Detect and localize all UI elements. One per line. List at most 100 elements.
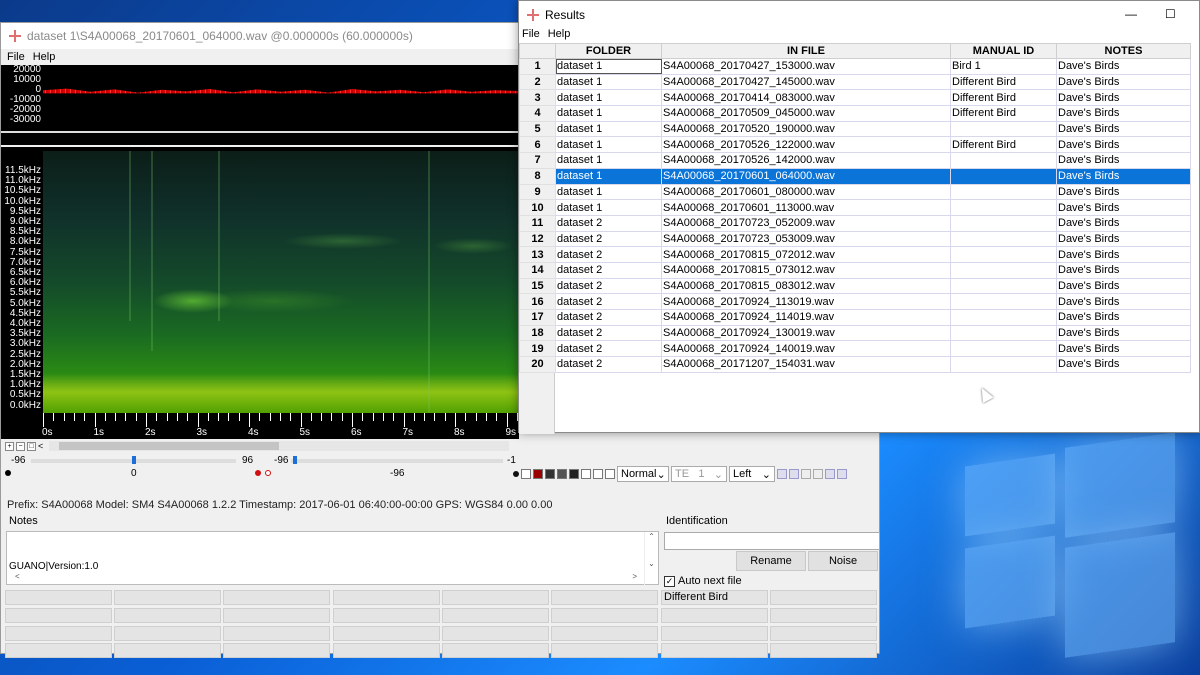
cell-manual-id[interactable] [950,152,1057,169]
cell-notes[interactable]: Dave's Birds [1056,277,1191,295]
spectrogram-panel[interactable]: 11.5kHz 11.0kHz 10.5kHz 10.0kHz 9.5kHz 9.0kHz… [1,147,519,439]
cell-in-file[interactable]: S4A00068_20170723_052009.wav [661,214,951,232]
table-row[interactable]: 20 dataset 2 S4A00068_20171207_154031.wav D… [519,356,1191,373]
table-row[interactable]: 8 dataset 1 S4A00068_20170601_064000.wav Da… [519,167,1191,185]
cell-manual-id[interactable] [950,277,1057,295]
table-row[interactable]: 4 dataset 1 S4A00068_20170509_045000.wav Di… [519,105,1191,122]
table-row[interactable]: 17 dataset 2 S4A00068_20170924_114019.wav D… [519,309,1191,326]
species-button[interactable] [551,608,658,623]
species-button[interactable] [442,626,549,641]
cell-in-file[interactable]: S4A00068_20170815_073012.wav [661,261,951,279]
species-button[interactable] [661,643,768,658]
cell-manual-id[interactable] [950,120,1057,138]
species-button[interactable] [551,643,658,658]
zoom-reset-button[interactable]: □ [27,441,36,451]
notes-vertical-scrollbar[interactable]: ⌃ ⌄ [644,532,658,586]
cell-in-file[interactable]: S4A00068_20170509_045000.wav [661,105,951,122]
cell-in-file[interactable]: S4A00068_20170924_130019.wav [661,324,951,342]
table-row[interactable]: 19 dataset 2 S4A00068_20170924_140019.wav D… [519,340,1191,358]
zoom-in-button[interactable]: + [5,441,14,451]
zoom-out-button[interactable]: − [16,441,25,451]
cell-manual-id[interactable] [950,309,1057,326]
cell-notes[interactable]: Dave's Birds [1056,309,1191,326]
species-button[interactable] [661,626,768,641]
table-row[interactable]: 15 dataset 2 S4A00068_20170815_083012.wav D… [519,277,1191,295]
filter-icon[interactable] [777,469,787,479]
cell-in-file[interactable]: S4A00068_20170601_064000.wav [661,167,951,185]
table-row[interactable]: 12 dataset 2 S4A00068_20170723_053009.wav D… [519,230,1191,248]
menu-help[interactable]: Help [33,51,56,63]
cell-in-file[interactable]: S4A00068_20170414_083000.wav [661,89,951,107]
time-scrollbar[interactable] [49,441,510,451]
cell-folder[interactable]: dataset 2 [555,293,662,310]
cell-manual-id[interactable]: Bird 1 [950,58,1057,75]
cell-folder[interactable]: dataset 2 [555,356,662,373]
cell-manual-id[interactable] [950,167,1057,185]
contrast-slider[interactable] [291,459,503,463]
species-button[interactable] [114,626,221,641]
cell-folder[interactable]: dataset 1 [555,152,662,169]
cell-notes[interactable]: Dave's Birds [1056,89,1191,107]
cell-folder[interactable]: dataset 2 [555,340,662,358]
row-number[interactable]: 10 [519,199,556,216]
black-box-icon[interactable] [569,469,579,479]
record-dot-icon[interactable] [255,470,261,476]
species-button[interactable] [770,608,877,623]
species-button[interactable] [770,626,877,641]
row-number[interactable]: 9 [519,183,556,201]
cell-manual-id[interactable] [950,183,1057,201]
cell-manual-id[interactable]: Different Bird [950,89,1057,107]
chevron-left-icon[interactable]: < [15,572,20,584]
chevron-down-icon[interactable]: ⌄ [645,559,658,568]
cell-folder[interactable]: dataset 2 [555,261,662,279]
chevron-up-icon[interactable]: ⌃ [645,532,658,541]
species-button[interactable] [333,643,440,658]
row-number[interactable]: 5 [519,120,556,138]
species-button[interactable] [223,608,330,623]
cell-notes[interactable]: Dave's Birds [1056,105,1191,122]
table-row[interactable]: 13 dataset 2 S4A00068_20170815_072012.wav D… [519,246,1191,263]
row-number[interactable]: 3 [519,89,556,107]
cell-manual-id[interactable] [950,356,1057,373]
rename-button[interactable]: Rename [736,551,806,571]
species-button[interactable] [333,626,440,641]
cell-in-file[interactable]: S4A00068_20170924_140019.wav [661,340,951,358]
brightness-slider-knob[interactable] [132,456,136,464]
cell-in-file[interactable]: S4A00068_20170924_114019.wav [661,309,951,326]
cell-in-file[interactable]: S4A00068_20170526_142000.wav [661,152,951,169]
row-number[interactable]: 6 [519,136,556,154]
row-number[interactable]: 1 [519,58,556,75]
table-row[interactable]: 9 dataset 1 S4A00068_20170601_080000.wav Da… [519,183,1191,201]
species-button[interactable] [114,608,221,623]
species-button[interactable] [551,590,658,605]
filter-icon-6[interactable] [837,469,847,479]
maximize-icon[interactable]: ☐ [1165,7,1176,21]
te-select[interactable]: TE 1 ⌄ [671,466,727,482]
record-target-icon[interactable] [265,470,271,476]
species-button[interactable] [333,608,440,623]
species-button[interactable] [770,590,877,605]
cell-folder[interactable]: dataset 2 [555,214,662,232]
cell-in-file[interactable]: S4A00068_20170924_113019.wav [661,293,951,310]
cell-folder[interactable]: dataset 1 [555,73,662,91]
filter-icon-4[interactable] [813,469,823,479]
row-number[interactable]: 19 [519,340,556,358]
cell-notes[interactable]: Dave's Birds [1056,214,1191,232]
cell-folder[interactable]: dataset 1 [555,183,662,201]
row-number[interactable]: 16 [519,293,556,310]
row-number[interactable]: 18 [519,324,556,342]
red-box-icon[interactable] [533,469,543,479]
cell-folder[interactable]: dataset 2 [555,246,662,263]
table-row[interactable]: 10 dataset 1 S4A00068_20170601_113000.wav D… [519,199,1191,216]
species-button[interactable] [770,643,877,658]
cell-notes[interactable]: Dave's Birds [1056,293,1191,310]
species-button[interactable] [442,643,549,658]
contrast-slider-knob[interactable] [293,456,297,464]
cell-notes[interactable]: Dave's Birds [1056,120,1191,138]
cell-notes[interactable]: Dave's Birds [1056,261,1191,279]
table-row[interactable]: 3 dataset 1 S4A00068_20170414_083000.wav Di… [519,89,1191,107]
cell-in-file[interactable]: S4A00068_20170520_190000.wav [661,120,951,138]
cell-folder[interactable]: dataset 1 [555,89,662,107]
species-button[interactable] [114,590,221,605]
species-button[interactable] [442,608,549,623]
